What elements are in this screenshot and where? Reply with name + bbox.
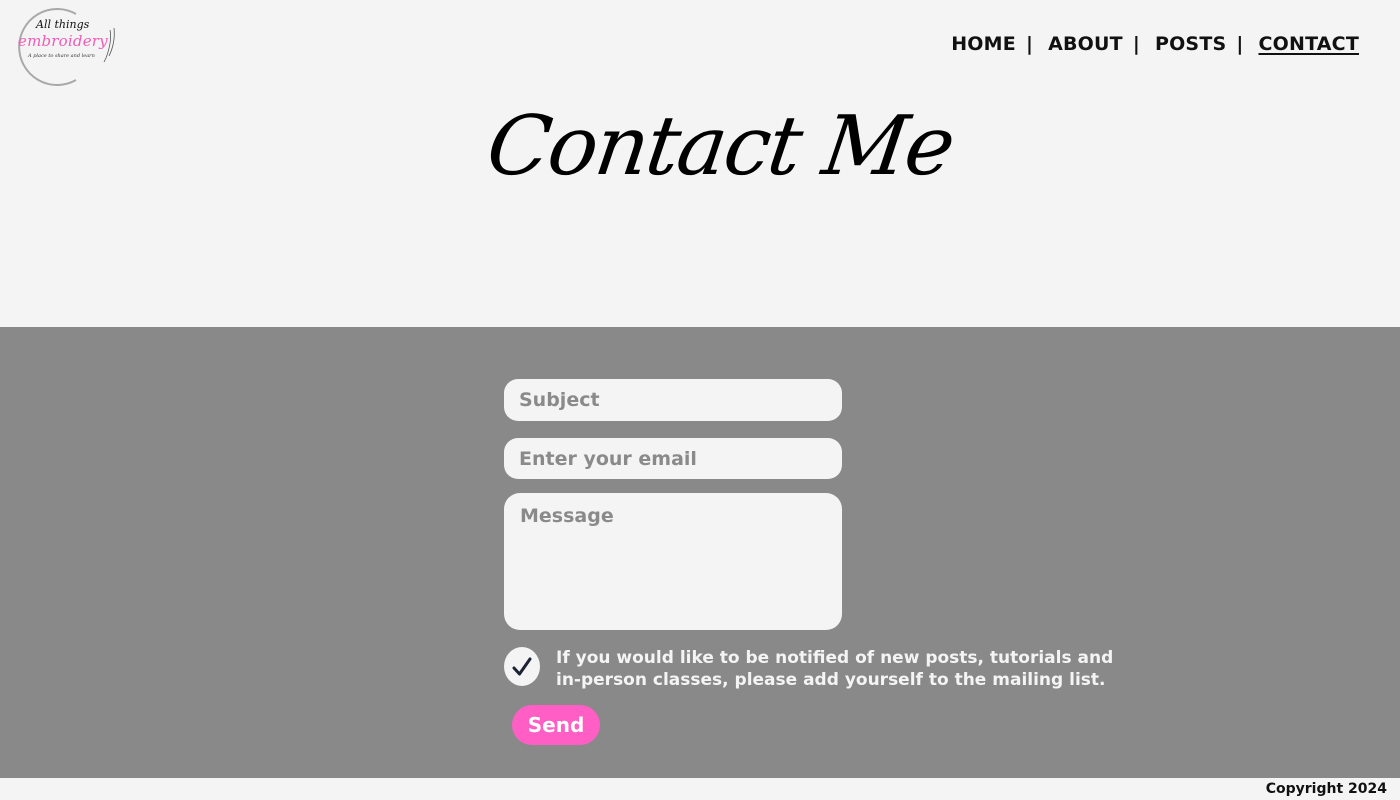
nav-separator: | <box>1025 33 1034 55</box>
mailing-list-label: If you would like to be notified of new … <box>556 648 1114 690</box>
nav-separator: | <box>1236 33 1244 55</box>
logo-line-2: embroidery <box>18 32 108 50</box>
nav-contact-link[interactable]: CONTACT <box>1259 33 1360 55</box>
email-input[interactable] <box>504 438 842 479</box>
subject-input[interactable] <box>504 379 842 421</box>
send-button[interactable]: Send <box>512 705 600 745</box>
nav-posts-link[interactable]: POSTS <box>1155 33 1226 55</box>
nav-about-link[interactable]: ABOUT <box>1048 33 1123 55</box>
page-title: Contact Me <box>481 99 959 194</box>
site-header: All things embroidery A place to share a… <box>0 0 1400 327</box>
nav-separator: | <box>1132 33 1140 55</box>
message-textarea[interactable] <box>504 493 842 630</box>
logo-tagline: A place to share and learn <box>28 53 95 59</box>
copyright-text: Copyright 2024 <box>1265 781 1387 797</box>
contact-form: If you would like to be notified of new … <box>0 327 1400 778</box>
nav-home-link[interactable]: HOME <box>951 33 1016 55</box>
check-icon <box>512 657 532 675</box>
mailing-list-checkbox[interactable] <box>504 647 540 686</box>
logo-line-1: All things <box>36 18 90 31</box>
brand-logo[interactable]: All things embroidery A place to share a… <box>14 8 126 86</box>
site-footer: Copyright 2024 <box>0 778 1400 800</box>
main-nav: HOME | ABOUT | POSTS | CONTACT <box>951 31 1359 57</box>
